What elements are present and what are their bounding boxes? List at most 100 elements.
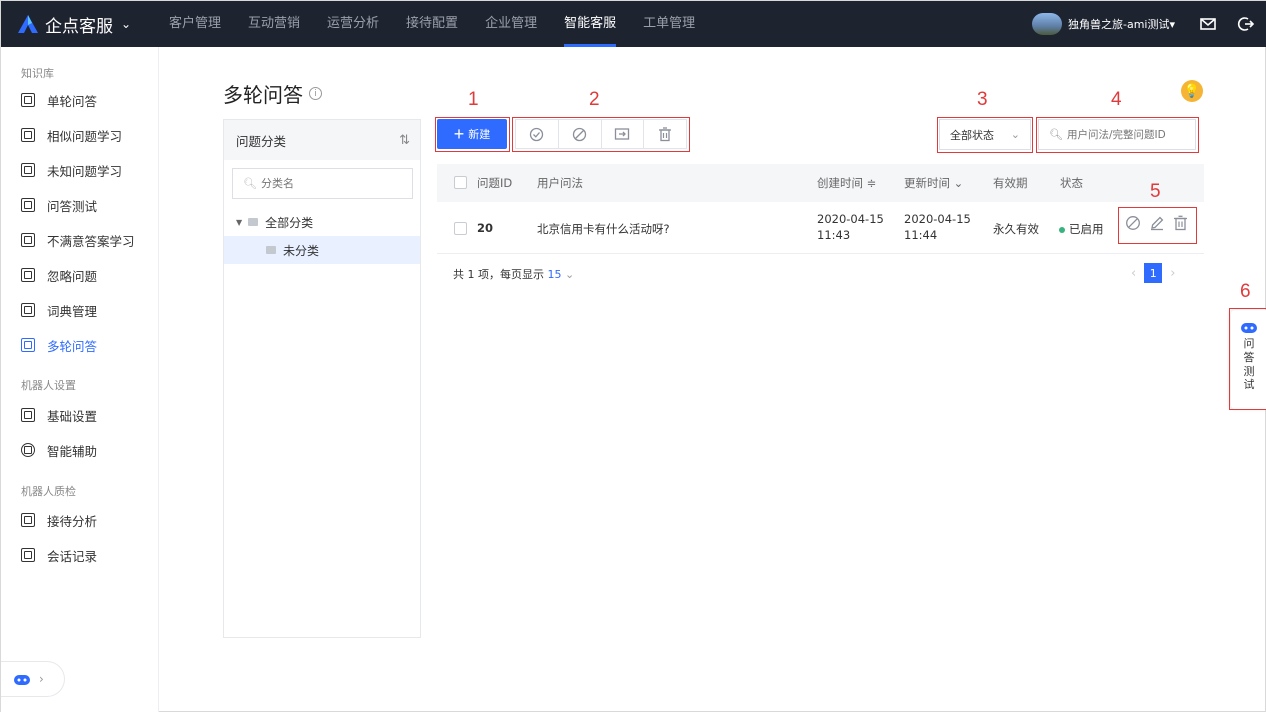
pagination-summary: 共 1 项，每页显示 15 ⌄ [453,266,574,282]
sidebar-item-single-qa[interactable]: 单轮问答 [21,90,97,110]
sidebar-item-basic-settings[interactable]: 基础设置 [21,405,97,425]
user-menu[interactable]: 独角兽之旅-ami测试▾ [1031,11,1175,37]
status-badge-label: 已启用 [1069,222,1104,236]
main-nav: 客户管理 互动营销 运营分析 接待配置 企业管理 智能客服 工单管理 [169,1,722,47]
sidebar-item-unknown[interactable]: 未知问题学习 [21,160,122,180]
trash-icon [659,126,672,141]
status-badge: 已启用 [1059,221,1104,237]
tree-node-uncategorized[interactable]: 未分类 [224,236,420,264]
enable-button[interactable] [516,120,559,148]
nav-item-enterprise[interactable]: 企业管理 [485,1,537,47]
check-circle-icon [530,127,544,141]
logout-icon[interactable] [1237,15,1255,33]
nav-item-tickets[interactable]: 工单管理 [643,1,695,47]
category-search-input[interactable] [260,177,401,190]
ban-icon [572,127,587,141]
qa-test-float-button[interactable]: 问 答 测 试 [1231,310,1266,409]
disable-row-icon[interactable] [1125,215,1141,231]
select-all-checkbox[interactable] [454,176,467,189]
nav-item-reception[interactable]: 接待配置 [406,1,458,47]
chevron-down-icon: ⌄ [565,268,575,281]
batch-action-bar [515,119,687,149]
category-search[interactable]: 🔍︎ [232,168,413,199]
new-button[interactable]: + 新建 [437,119,507,149]
prev-page-icon[interactable]: ‹ [1131,266,1136,281]
qa-test-char: 测 [1243,364,1255,378]
records-icon [21,548,35,562]
column-header-created[interactable]: 创建时间 ≑ [817,164,876,202]
cell-created-time: 11:43 [817,228,851,242]
robot-icon [1241,323,1257,333]
sidebar-item-smart-assist[interactable]: 智能辅助 [21,440,97,460]
table-row: 20 北京信用卡有什么活动呀? 2020-04-15 11:43 2020-04… [437,202,1204,254]
sidebar-item-dictionary[interactable]: 词典管理 [21,300,97,320]
info-icon[interactable]: i [309,87,322,100]
analysis-icon [21,513,35,527]
sidebar-item-reception-analysis[interactable]: 接待分析 [21,510,97,530]
multi-qa-icon [21,338,35,352]
qa-test-char: 问 [1243,337,1255,350]
page-number-current[interactable]: 1 [1144,263,1163,283]
move-folder-icon [615,128,630,140]
user-name: 独角兽之旅-ami测试▾ [1067,18,1175,31]
mail-icon[interactable] [1199,15,1217,33]
status-filter-select[interactable]: 全部状态 ⌄ [939,119,1031,150]
robot-panel-toggle[interactable]: › [1,661,65,697]
lightbulb-icon[interactable]: 💡 [1181,80,1203,102]
ignore-icon [21,268,35,282]
nav-item-customer[interactable]: 客户管理 [169,1,221,47]
nav-item-smart-service[interactable]: 智能客服 [564,1,617,47]
document-icon [21,233,35,247]
question-search-input[interactable] [1066,128,1195,141]
page-size-select[interactable]: 15 ⌄ [548,268,575,281]
chevron-down-icon: ⌄ [121,17,132,31]
new-button-label: 新建 [468,129,491,141]
test-icon [21,198,35,212]
top-navigation-bar: 企点客服 ⌄ 客户管理 互动营销 运营分析 接待配置 企业管理 智能客服 工单管… [1,1,1266,47]
tree-node-all[interactable]: ▼ 全部分类 [224,208,420,236]
sidebar-item-qa-test[interactable]: 问答测试 [21,195,97,215]
caret-down-icon[interactable]: ▼ [236,218,242,227]
qa-test-char: 试 [1243,378,1255,392]
sidebar-item-session-records[interactable]: 会话记录 [21,545,97,565]
nav-item-analytics[interactable]: 运营分析 [327,1,379,47]
plus-icon: + [453,124,465,144]
question-search[interactable]: 🔍︎ [1038,119,1196,150]
column-header-id: 问题ID [477,176,513,190]
dictionary-icon [21,303,35,317]
cell-question[interactable]: 北京信用卡有什么活动呀? [537,221,670,237]
sidebar-item-similar[interactable]: 相似问题学习 [21,125,122,145]
nav-item-marketing[interactable]: 互动营销 [248,1,300,47]
page-title-text: 多轮问答 [223,83,303,107]
search-icon: 🔍︎ [1049,128,1063,141]
sidebar-item-ignored[interactable]: 忽略问题 [21,265,97,285]
sidebar-section-knowledge: 知识库 [21,67,54,80]
sidebar-item-unsatisfied[interactable]: 不满意答案学习 [21,230,135,250]
brand-menu[interactable]: 企点客服 ⌄ [17,1,131,47]
sidebar-section-robot-settings: 机器人设置 [21,379,76,392]
sort-icon[interactable]: ⇅ [399,133,410,148]
sidebar-item-label: 相似问题学习 [47,128,123,144]
sidebar-item-multi-qa[interactable]: 多轮问答 [21,335,97,355]
edit-icon[interactable] [1149,215,1165,231]
folder-icon [248,218,259,226]
trash-icon[interactable] [1173,215,1188,231]
disable-button[interactable] [559,120,602,148]
pagination: ‹ 1 › [1131,263,1175,283]
column-header-updated[interactable]: 更新时间 ⌄ [904,164,963,202]
search-icon: 🔍︎ [243,177,257,190]
cell-updated-time: 11:44 [904,228,938,242]
row-checkbox[interactable] [454,222,467,235]
location-icon [21,443,35,457]
document-icon [21,128,35,142]
document-icon [21,93,35,107]
next-page-icon[interactable]: › [1170,266,1175,281]
cell-created-date: 2020-04-15 [817,212,884,226]
delete-button[interactable] [644,120,686,148]
sidebar-item-label: 智能辅助 [47,443,98,459]
tree-node-label: 全部分类 [265,215,314,230]
brand-name: 企点客服 [45,16,113,37]
move-button[interactable] [602,120,645,148]
category-header: 问题分类 ⇅ [224,120,420,160]
annotation-number-5: 5 [1150,181,1161,202]
